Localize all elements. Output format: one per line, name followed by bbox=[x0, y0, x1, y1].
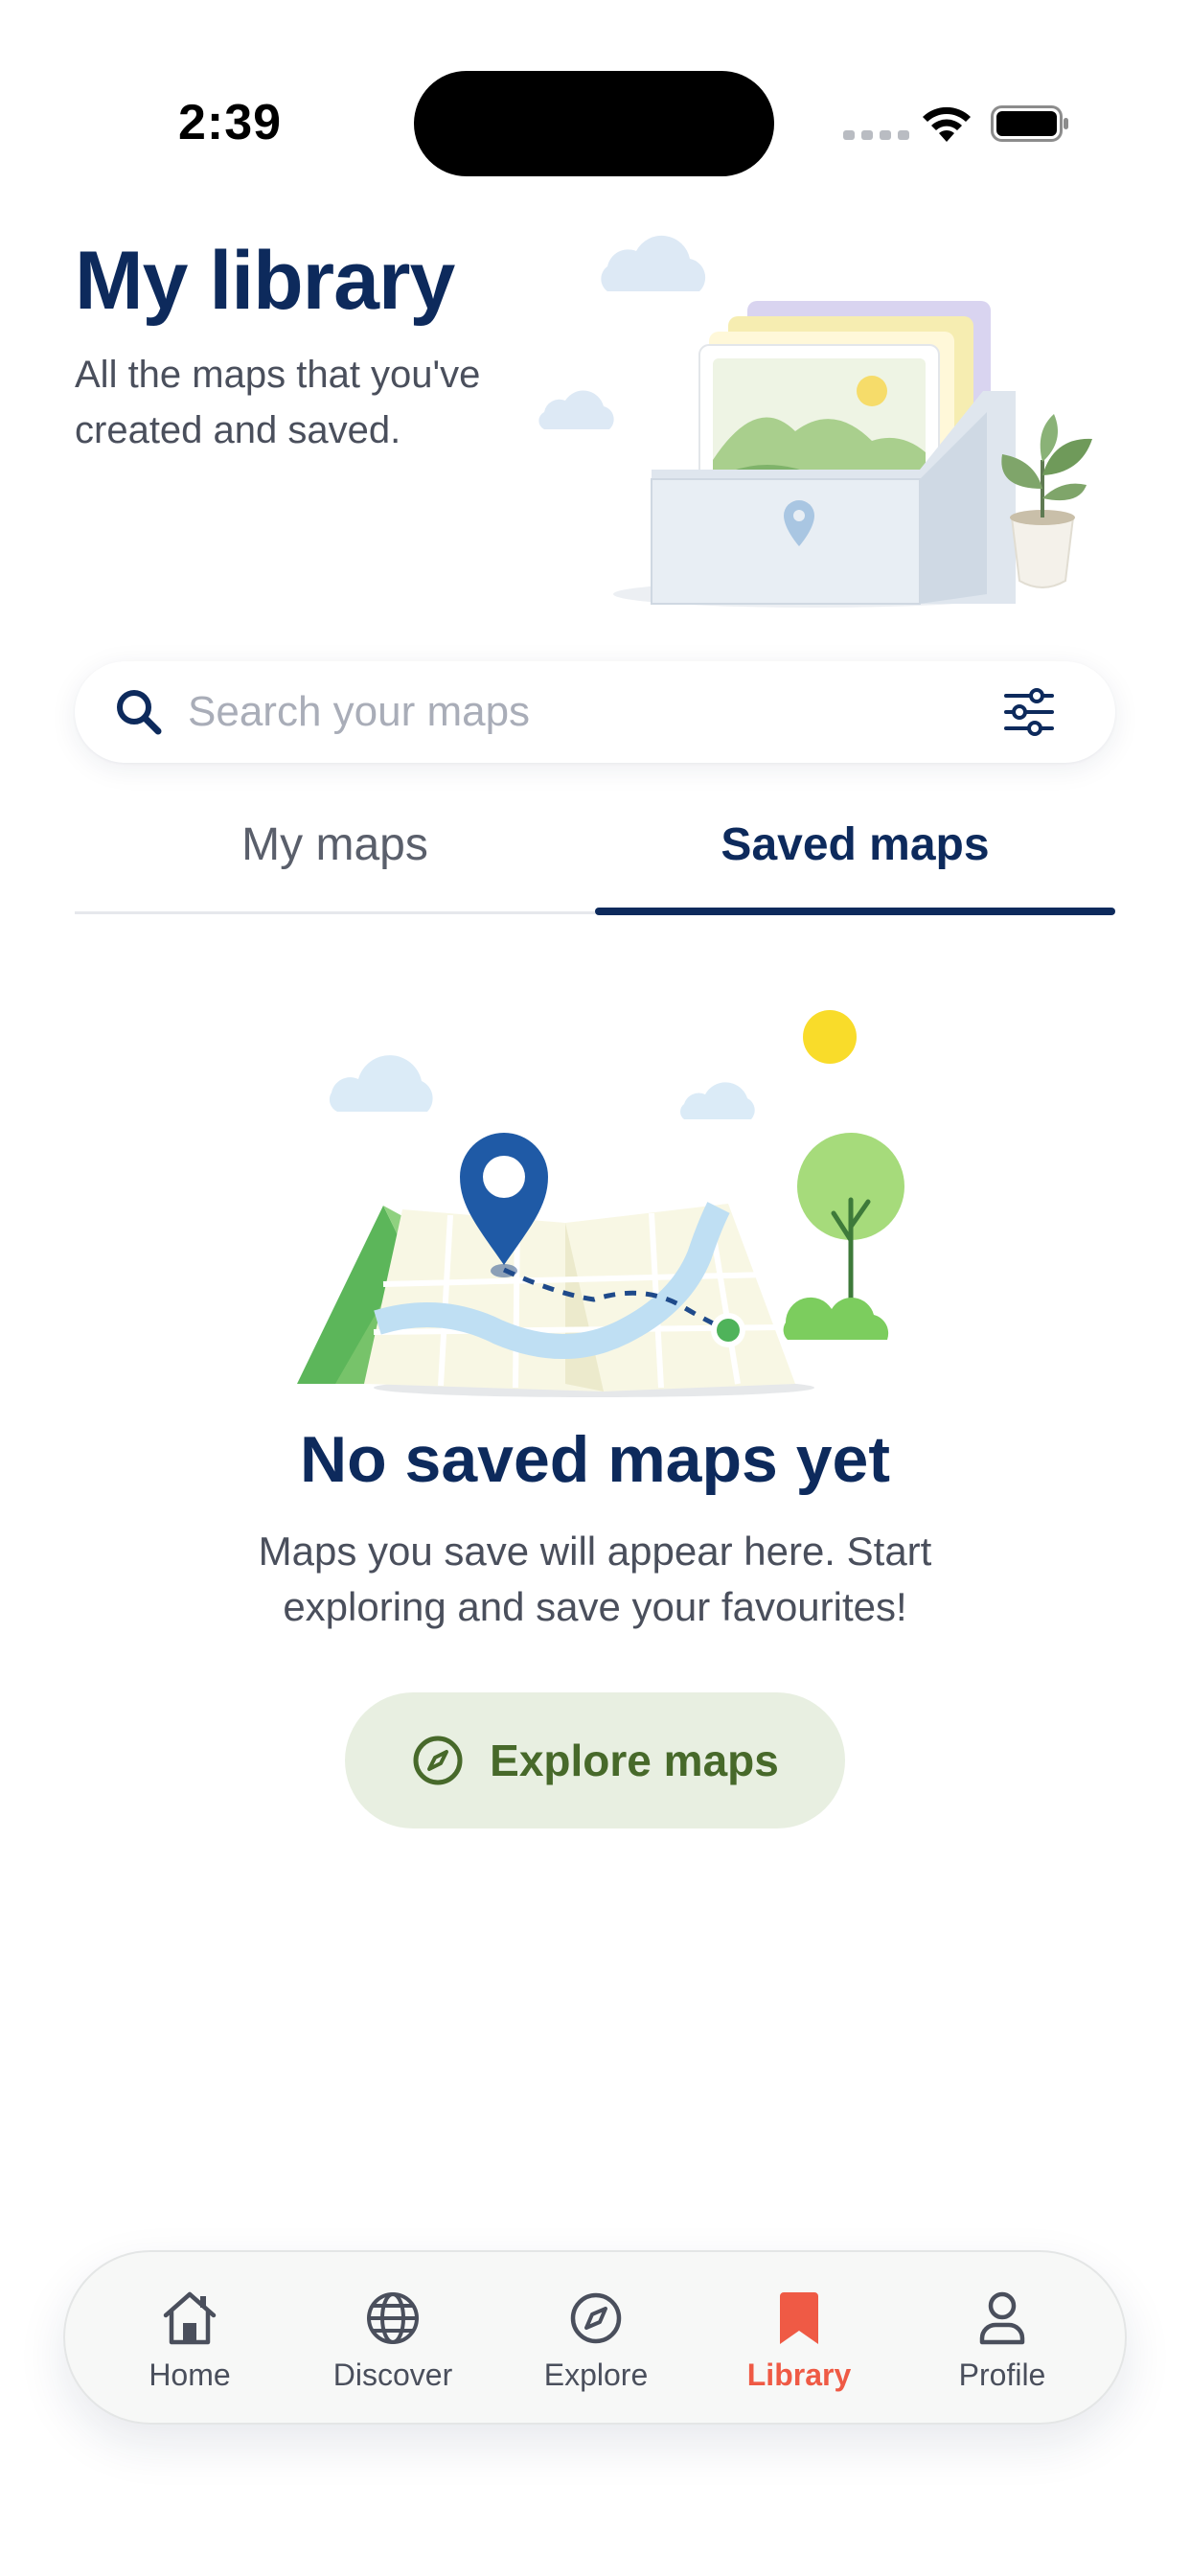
compass-icon bbox=[413, 1736, 463, 1785]
search-input[interactable] bbox=[188, 682, 954, 742]
compass-icon bbox=[570, 2292, 622, 2344]
bookmark-icon bbox=[780, 2292, 818, 2344]
nav-item-profile[interactable]: Profile bbox=[906, 2288, 1098, 2394]
active-tab-indicator bbox=[595, 908, 1115, 915]
empty-state-title: No saved maps yet bbox=[299, 1423, 891, 1496]
page-subtitle: All the maps that you've created and sav… bbox=[75, 354, 481, 451]
nav-item-discover[interactable]: Discover bbox=[297, 2288, 489, 2394]
map-empty-illustration bbox=[297, 1010, 904, 1397]
nav-item-library[interactable]: Library bbox=[703, 2288, 895, 2394]
globe-icon bbox=[367, 2292, 419, 2344]
wifi-icon bbox=[923, 106, 971, 142]
filter-sliders-icon[interactable] bbox=[1002, 686, 1056, 738]
nav-label-explore: Explore bbox=[543, 2358, 649, 2392]
search-icon bbox=[117, 690, 162, 735]
nav-label-home: Home bbox=[149, 2358, 231, 2392]
battery-icon bbox=[991, 105, 1068, 142]
nav-label-library: Library bbox=[746, 2358, 852, 2392]
dynamic-island bbox=[414, 71, 774, 176]
nav-item-home[interactable]: Home bbox=[94, 2288, 286, 2394]
cellular-signal-icon bbox=[843, 130, 909, 140]
library-tabs: My maps Saved maps bbox=[75, 805, 1115, 915]
explore-maps-label: Explore maps bbox=[490, 1736, 779, 1785]
tab-saved-maps[interactable]: Saved maps bbox=[595, 818, 1115, 886]
empty-state-message: Maps you save will appear here. Start ex… bbox=[258, 1529, 932, 1629]
tab-my-maps[interactable]: My maps bbox=[75, 818, 595, 886]
person-icon bbox=[979, 2291, 1025, 2345]
library-box-illustration bbox=[538, 235, 1092, 608]
page-title: My library bbox=[75, 235, 455, 327]
explore-maps-button[interactable]: Explore maps bbox=[345, 1692, 845, 1828]
home-icon bbox=[163, 2291, 217, 2345]
search-bar bbox=[75, 661, 1115, 763]
bottom-navigation: Home Discover Explore Library Profile bbox=[63, 2250, 1127, 2425]
nav-item-explore[interactable]: Explore bbox=[500, 2288, 692, 2394]
status-time: 2:39 bbox=[178, 95, 283, 150]
nav-label-discover: Discover bbox=[332, 2358, 453, 2392]
nav-label-profile: Profile bbox=[958, 2358, 1046, 2392]
